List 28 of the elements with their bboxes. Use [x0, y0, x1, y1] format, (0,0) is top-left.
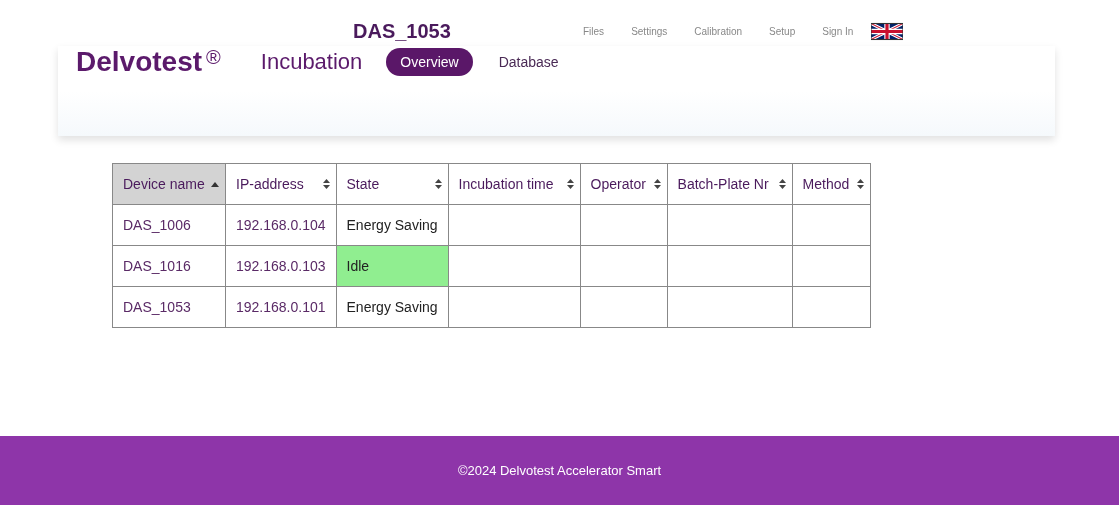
column-header[interactable]: Method	[792, 163, 871, 205]
column-header[interactable]: Operator	[580, 163, 668, 205]
nav-link[interactable]: Setup	[769, 25, 796, 37]
nav-link[interactable]: Files	[583, 25, 605, 37]
nav-tab[interactable]: Database	[484, 48, 573, 76]
column-header[interactable]: State	[336, 163, 449, 205]
flag-icon[interactable]	[871, 20, 904, 42]
table-cell: 192.168.0.104	[225, 204, 337, 246]
table-cell: DAS_1016	[112, 245, 226, 287]
table-cell: 192.168.0.101	[225, 286, 337, 328]
column-header[interactable]: Batch-Plate Nr	[667, 163, 793, 205]
column-header[interactable]: IP-address	[225, 163, 337, 205]
nav-link[interactable]: Settings	[631, 25, 668, 37]
section-title: Incubation	[260, 49, 363, 75]
footer-text: ©2024 Delvotest Accelerator Smart	[457, 463, 662, 478]
device-title: DAS_1053	[353, 19, 452, 43]
state-cell: Energy Saving	[336, 204, 449, 246]
table-cell: 192.168.0.103	[225, 245, 337, 287]
table-cell: DAS_1053	[112, 286, 226, 328]
state-cell: Energy Saving	[336, 286, 449, 328]
column-header[interactable]: Incubation time	[448, 163, 581, 205]
brand-logo: Delvotest®	[76, 46, 221, 78]
nav-link[interactable]: Calibration	[694, 25, 743, 37]
state-cell: Idle	[336, 245, 449, 287]
column-header[interactable]: Device name	[112, 163, 226, 205]
nav-tab[interactable]: Overview	[386, 48, 473, 76]
table-cell: DAS_1006	[112, 204, 226, 246]
nav-link[interactable]: Sign In	[822, 25, 854, 37]
